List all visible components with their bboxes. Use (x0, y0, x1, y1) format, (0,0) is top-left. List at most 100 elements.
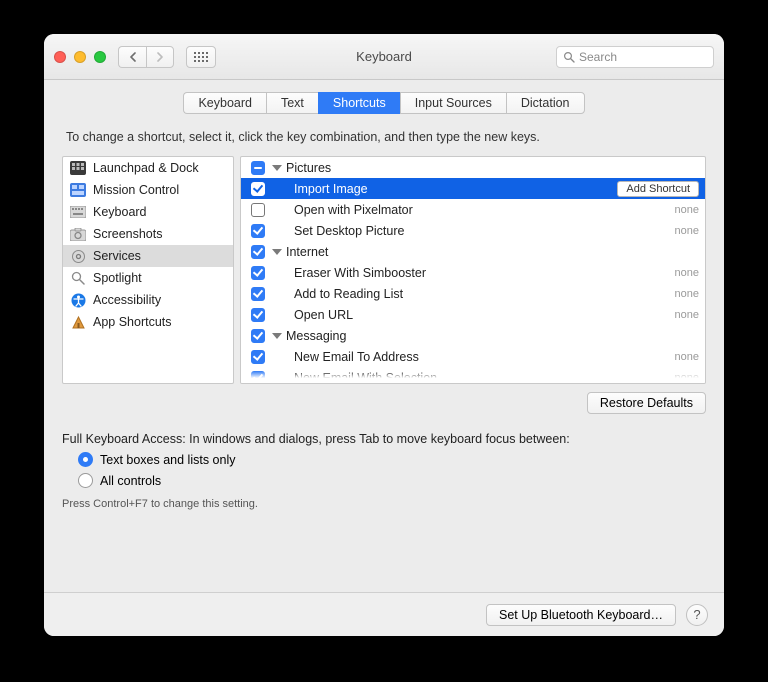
category-sidebar[interactable]: Launchpad & Dock Mission Control Keyboard S… (62, 156, 234, 384)
group-messaging[interactable]: Messaging (241, 325, 705, 346)
checkbox[interactable] (251, 182, 265, 196)
disclosure-triangle-icon[interactable] (272, 165, 282, 171)
row-label: Add to Reading List (294, 287, 675, 301)
fka-option-1[interactable]: All controls (78, 473, 706, 488)
row-label: New Email To Address (294, 350, 675, 364)
group-pictures[interactable]: Pictures (241, 157, 705, 178)
radio-button[interactable] (78, 473, 93, 488)
sidebar-item-accessibility[interactable]: Accessibility (63, 289, 233, 311)
row-label: Internet (286, 245, 699, 259)
sidebar-item-services[interactable]: Services (63, 245, 233, 267)
shortcut-value: none (675, 309, 699, 321)
fka-option-0[interactable]: Text boxes and lists only (78, 452, 706, 467)
checkbox[interactable] (251, 308, 265, 322)
close-window-button[interactable] (54, 51, 66, 63)
search-icon (563, 51, 575, 63)
shortcut-value: none (675, 225, 699, 237)
titlebar: Keyboard Search (44, 34, 724, 80)
search-placeholder: Search (579, 50, 617, 64)
add-shortcut-button[interactable]: Add Shortcut (617, 181, 699, 197)
tab-keyboard[interactable]: Keyboard (183, 92, 266, 114)
sidebar-item-screenshots[interactable]: Screenshots (63, 223, 233, 245)
spotlight-icon (70, 271, 86, 285)
shortcut-tree[interactable]: PicturesImport ImageAdd ShortcutOpen wit… (240, 156, 706, 384)
sidebar-item-app-shortcuts[interactable]: App Shortcuts (63, 311, 233, 333)
shortcut-item-open-url[interactable]: Open URLnone (241, 304, 705, 325)
mission-icon (70, 183, 86, 197)
back-button[interactable] (118, 46, 146, 68)
zoom-window-button[interactable] (94, 51, 106, 63)
disclosure-triangle-icon[interactable] (272, 249, 282, 255)
shortcut-item-new-email-to-address[interactable]: New Email To Addressnone (241, 346, 705, 367)
nav-buttons (118, 46, 174, 68)
preferences-window: Keyboard Search KeyboardTextShortcutsInp… (44, 34, 724, 636)
checkbox[interactable] (251, 350, 265, 364)
sidebar-item-label: Launchpad & Dock (93, 161, 199, 175)
sidebar-item-mission-control[interactable]: Mission Control (63, 179, 233, 201)
gear-icon (70, 249, 86, 263)
content-area: KeyboardTextShortcutsInput SourcesDictat… (44, 80, 724, 636)
tab-input-sources[interactable]: Input Sources (400, 92, 506, 114)
tab-dictation[interactable]: Dictation (506, 92, 585, 114)
radio-button[interactable] (78, 452, 93, 467)
shortcut-value: none (675, 288, 699, 300)
sidebar-item-launchpad-dock[interactable]: Launchpad & Dock (63, 157, 233, 179)
forward-button[interactable] (146, 46, 174, 68)
shortcut-item-import-image[interactable]: Import ImageAdd Shortcut (241, 178, 705, 199)
disclosure-triangle-icon[interactable] (272, 333, 282, 339)
accessibility-icon (70, 293, 86, 307)
search-input[interactable]: Search (556, 46, 714, 68)
checkbox[interactable] (251, 329, 265, 343)
sidebar-item-label: Spotlight (93, 271, 142, 285)
checkbox[interactable] (251, 224, 265, 238)
checkbox[interactable] (251, 161, 265, 175)
row-label: Eraser With Simbooster (294, 266, 675, 280)
window-controls (54, 51, 106, 63)
shortcut-item-open-with-pixelmator[interactable]: Open with Pixelmatornone (241, 199, 705, 220)
row-label: Messaging (286, 329, 699, 343)
sidebar-item-label: Services (93, 249, 141, 263)
row-label: Set Desktop Picture (294, 224, 675, 238)
launchpad-icon (70, 161, 86, 175)
sidebar-item-label: Mission Control (93, 183, 179, 197)
fka-hint: Press Control+F7 to change this setting. (62, 498, 706, 510)
shortcut-item-eraser-with-simbooster[interactable]: Eraser With Simboosternone (241, 262, 705, 283)
instruction-text: To change a shortcut, select it, click t… (66, 130, 702, 144)
full-keyboard-access-heading: Full Keyboard Access: In windows and dia… (62, 432, 706, 446)
row-label: Import Image (294, 182, 617, 196)
radio-label: All controls (100, 474, 161, 488)
show-all-button[interactable] (186, 46, 216, 68)
footer: Set Up Bluetooth Keyboard… ? (44, 592, 724, 636)
tab-bar: KeyboardTextShortcutsInput SourcesDictat… (62, 92, 706, 114)
help-button[interactable]: ? (686, 604, 708, 626)
shortcut-item-set-desktop-picture[interactable]: Set Desktop Picturenone (241, 220, 705, 241)
sidebar-item-keyboard[interactable]: Keyboard (63, 201, 233, 223)
radio-label: Text boxes and lists only (100, 453, 236, 467)
checkbox[interactable] (251, 266, 265, 280)
keyboard-icon (70, 205, 86, 219)
row-label: Pictures (286, 161, 699, 175)
sidebar-item-label: Screenshots (93, 227, 162, 241)
tab-shortcuts[interactable]: Shortcuts (318, 92, 400, 114)
shortcut-value: none (675, 351, 699, 363)
sidebar-item-label: Accessibility (93, 293, 161, 307)
checkbox[interactable] (251, 245, 265, 259)
sidebar-item-label: Keyboard (93, 205, 147, 219)
shortcut-value: none (675, 204, 699, 216)
setup-bluetooth-keyboard-button[interactable]: Set Up Bluetooth Keyboard… (486, 604, 676, 626)
shortcut-item-add-to-reading-list[interactable]: Add to Reading Listnone (241, 283, 705, 304)
checkbox[interactable] (251, 287, 265, 301)
group-internet[interactable]: Internet (241, 241, 705, 262)
restore-defaults-button[interactable]: Restore Defaults (587, 392, 706, 414)
sidebar-item-spotlight[interactable]: Spotlight (63, 267, 233, 289)
minimize-window-button[interactable] (74, 51, 86, 63)
appshortcuts-icon (70, 315, 86, 329)
shortcut-panes: Launchpad & Dock Mission Control Keyboard S… (62, 156, 706, 384)
sidebar-item-label: App Shortcuts (93, 315, 172, 329)
checkbox[interactable] (251, 203, 265, 217)
row-label: Open with Pixelmator (294, 203, 675, 217)
shortcut-value: none (675, 267, 699, 279)
tab-text[interactable]: Text (266, 92, 318, 114)
row-label: Open URL (294, 308, 675, 322)
screenshots-icon (70, 227, 86, 241)
